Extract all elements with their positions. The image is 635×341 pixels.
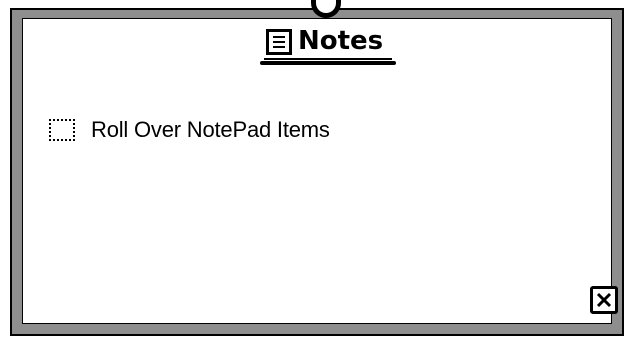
roll-over-notepad-items-label: Roll Over NotePad Items xyxy=(91,117,330,142)
roll-over-notepad-items-checkbox[interactable] xyxy=(49,119,75,141)
roll-over-notepad-items-option[interactable]: Roll Over NotePad Items xyxy=(49,116,330,144)
title-underline-thin xyxy=(264,58,392,60)
close-button[interactable] xyxy=(590,286,618,314)
title-underline xyxy=(260,61,396,65)
close-icon xyxy=(596,292,612,308)
window-title: Notes xyxy=(298,26,384,56)
notes-icon xyxy=(266,29,292,55)
window-title-bar: Notes xyxy=(260,25,400,65)
